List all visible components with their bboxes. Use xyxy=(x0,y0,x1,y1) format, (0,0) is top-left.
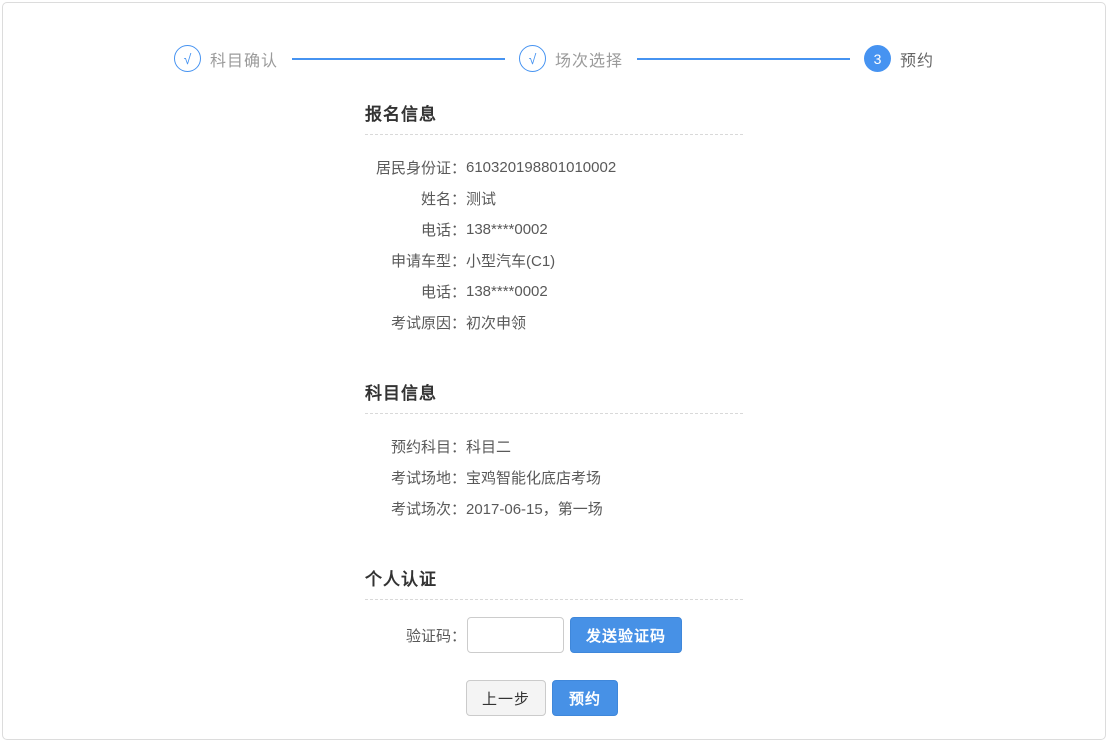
check-icon: √ xyxy=(174,45,201,72)
submit-appointment-button[interactable]: 预约 xyxy=(552,680,618,716)
row-label: 预约科目： xyxy=(365,436,466,457)
row-booked-subject: 预约科目： 科目二 xyxy=(365,431,743,462)
row-id-card: 居民身份证： 610320198801010002 xyxy=(365,152,743,183)
row-value: 138****0002 xyxy=(466,221,548,238)
section-registration-info: 报名信息 居民身份证： 610320198801010002 姓名： 测试 电话… xyxy=(365,100,743,338)
step-subject-confirm: √ 科目确认 xyxy=(174,45,278,72)
section-subject-info: 科目信息 预约科目： 科目二 考试场地： 宝鸡智能化底店考场 考试场次： 201… xyxy=(365,379,743,524)
row-vehicle-type: 申请车型： 小型汽车(C1) xyxy=(365,245,743,276)
row-value: 初次申领 xyxy=(466,312,526,333)
check-icon: √ xyxy=(519,45,546,72)
row-label: 考试原因： xyxy=(365,312,466,333)
captcha-label: 验证码： xyxy=(365,625,466,646)
row-exam-reason: 考试原因： 初次申领 xyxy=(365,307,743,338)
captcha-row: 验证码： 发送验证码 xyxy=(365,617,743,653)
row-label: 姓名： xyxy=(365,188,466,209)
row-name: 姓名： 测试 xyxy=(365,183,743,214)
step-label-appointment: 预约 xyxy=(900,47,934,71)
row-exam-site: 考试场地： 宝鸡智能化底店考场 xyxy=(365,462,743,493)
row-exam-session: 考试场次： 2017-06-15，第一场 xyxy=(365,493,743,524)
row-value: 小型汽车(C1) xyxy=(466,250,555,271)
registration-rows: 居民身份证： 610320198801010002 姓名： 测试 电话： 138… xyxy=(365,135,743,338)
row-phone-2: 电话： 138****0002 xyxy=(365,276,743,307)
row-label: 申请车型： xyxy=(365,250,466,271)
step-connector-line xyxy=(637,58,850,60)
row-label: 考试场次： xyxy=(365,498,466,519)
step-label-subject-confirm: 科目确认 xyxy=(210,47,278,71)
section-title-personal-auth: 个人认证 xyxy=(365,565,743,590)
captcha-input[interactable] xyxy=(467,617,564,653)
step-session-select: √ 场次选择 xyxy=(519,45,623,72)
subject-rows: 预约科目： 科目二 考试场地： 宝鸡智能化底店考场 考试场次： 2017-06-… xyxy=(365,414,743,524)
dashed-divider xyxy=(365,599,743,600)
main-content: 报名信息 居民身份证： 610320198801010002 姓名： 测试 电话… xyxy=(365,72,743,716)
row-value: 宝鸡智能化底店考场 xyxy=(466,467,601,488)
send-code-button[interactable]: 发送验证码 xyxy=(570,617,682,653)
row-value: 138****0002 xyxy=(466,283,548,300)
row-label: 电话： xyxy=(365,219,466,240)
step-appointment: 3 预约 xyxy=(864,45,934,72)
action-buttons: 上一步 预约 xyxy=(466,680,743,716)
row-label: 居民身份证： xyxy=(365,157,466,178)
row-label: 考试场地： xyxy=(365,467,466,488)
row-value: 2017-06-15，第一场 xyxy=(466,498,603,519)
row-value: 测试 xyxy=(466,188,496,209)
row-label: 电话： xyxy=(365,281,466,302)
prev-step-button[interactable]: 上一步 xyxy=(466,680,546,716)
row-phone-1: 电话： 138****0002 xyxy=(365,214,743,245)
step-connector-line xyxy=(292,58,505,60)
step-number-badge: 3 xyxy=(864,45,891,72)
wizard-stepper: √ 科目确认 √ 场次选择 3 预约 xyxy=(174,3,934,72)
row-value: 610320198801010002 xyxy=(466,159,616,176)
step-label-session-select: 场次选择 xyxy=(555,47,623,71)
appointment-card: √ 科目确认 √ 场次选择 3 预约 报名信息 居民身份证： 610320198… xyxy=(2,2,1106,740)
section-title-registration: 报名信息 xyxy=(365,100,743,125)
section-title-subject: 科目信息 xyxy=(365,379,743,404)
row-value: 科目二 xyxy=(466,436,511,457)
section-personal-auth: 个人认证 验证码： 发送验证码 上一步 预约 xyxy=(365,565,743,716)
